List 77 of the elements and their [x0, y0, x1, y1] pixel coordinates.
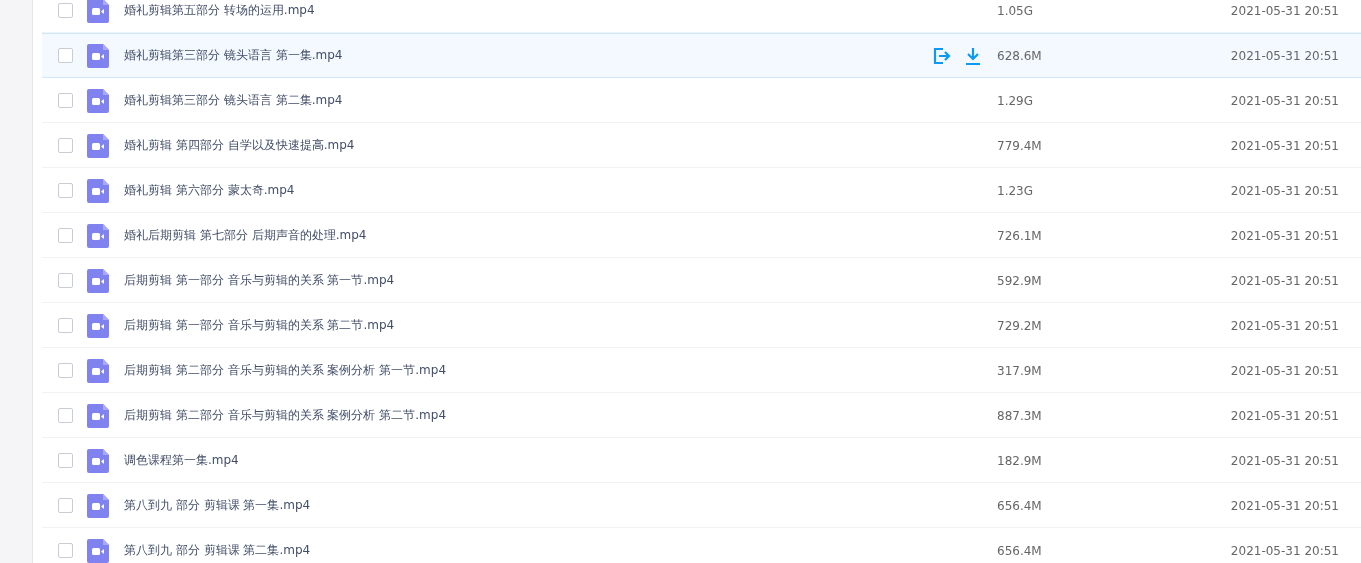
file-row[interactable]: 第八到九 部分 剪辑课 第二集.mp4 656.4M 2021-05-31 20:51 [42, 528, 1361, 563]
video-file-icon [87, 448, 109, 473]
file-row[interactable]: 后期剪辑 第一部分 音乐与剪辑的关系 第一节.mp4 592.9M 2021-05-31 20:51 [42, 258, 1361, 303]
checkbox[interactable] [58, 228, 73, 243]
file-row[interactable]: 婚礼剪辑 第六部分 蒙太奇.mp4 1.23G 2021-05-31 20:51 [42, 168, 1361, 213]
video-file-icon [87, 268, 109, 293]
checkbox[interactable] [58, 183, 73, 198]
file-row[interactable]: 婚礼剪辑 第四部分 自学以及快速提高.mp4 779.4M 2021-05-31 20:51 [42, 123, 1361, 168]
file-size: 182.9M [997, 453, 1043, 468]
file-size: 726.1M [997, 228, 1043, 243]
file-row[interactable]: 婚礼剪辑第三部分 镜头语言 第一集.mp4 628.6M 2021-05-31 20:51 [42, 33, 1361, 78]
file-row[interactable]: 后期剪辑 第一部分 音乐与剪辑的关系 第二节.mp4 729.2M 2021-05-31 20:51 [42, 303, 1361, 348]
file-name[interactable]: 后期剪辑 第二部分 音乐与剪辑的关系 案例分析 第一节.mp4 [124, 362, 931, 379]
file-row[interactable]: 后期剪辑 第二部分 音乐与剪辑的关系 案例分析 第一节.mp4 317.9M 2021-05-31 20:51 [42, 348, 1361, 393]
checkbox[interactable] [58, 453, 73, 468]
file-name[interactable]: 后期剪辑 第一部分 音乐与剪辑的关系 第二节.mp4 [124, 317, 931, 334]
video-file-icon [87, 133, 109, 158]
file-name[interactable]: 婚礼剪辑 第四部分 自学以及快速提高.mp4 [124, 137, 931, 154]
file-row[interactable]: 婚礼剪辑第三部分 镜头语言 第二集.mp4 1.29G 2021-05-31 20:51 [42, 78, 1361, 123]
file-size: 779.4M [997, 138, 1043, 153]
checkbox[interactable] [58, 93, 73, 108]
file-name[interactable]: 第八到九 部分 剪辑课 第一集.mp4 [124, 497, 931, 514]
share-icon[interactable] [931, 45, 951, 66]
video-file-icon [87, 88, 109, 113]
file-name[interactable]: 婚礼剪辑第五部分 转场的运用.mp4 [124, 2, 931, 19]
file-size: 656.4M [997, 498, 1043, 513]
modified-date: 2021-05-31 20:51 [1229, 183, 1339, 198]
modified-date: 2021-05-31 20:51 [1229, 48, 1339, 63]
modified-date: 2021-05-31 20:51 [1229, 228, 1339, 243]
modified-date: 2021-05-31 20:51 [1229, 498, 1339, 513]
modified-date: 2021-05-31 20:51 [1229, 273, 1339, 288]
modified-date: 2021-05-31 20:51 [1229, 3, 1339, 18]
modified-date: 2021-05-31 20:51 [1229, 318, 1339, 333]
modified-date: 2021-05-31 20:51 [1229, 138, 1339, 153]
checkbox[interactable] [58, 498, 73, 513]
video-file-icon [87, 403, 109, 428]
checkbox[interactable] [58, 3, 73, 18]
modified-date: 2021-05-31 20:51 [1229, 363, 1339, 378]
file-name[interactable]: 调色课程第一集.mp4 [124, 452, 931, 469]
file-size: 729.2M [997, 318, 1043, 333]
checkbox[interactable] [58, 363, 73, 378]
file-name[interactable]: 后期剪辑 第二部分 音乐与剪辑的关系 案例分析 第二节.mp4 [124, 407, 931, 424]
file-size: 1.05G [997, 3, 1035, 18]
video-file-icon [87, 313, 109, 338]
video-file-icon [87, 43, 109, 68]
checkbox[interactable] [58, 408, 73, 423]
file-name[interactable]: 婚礼剪辑第三部分 镜头语言 第一集.mp4 [124, 47, 931, 64]
modified-date: 2021-05-31 20:51 [1229, 543, 1339, 558]
file-name[interactable]: 第八到九 部分 剪辑课 第二集.mp4 [124, 542, 931, 559]
file-name[interactable]: 后期剪辑 第一部分 音乐与剪辑的关系 第一节.mp4 [124, 272, 931, 289]
file-size: 592.9M [997, 273, 1043, 288]
file-row[interactable]: 后期剪辑 第二部分 音乐与剪辑的关系 案例分析 第二节.mp4 887.3M 2021-05-31 20:51 [42, 393, 1361, 438]
file-size: 317.9M [997, 363, 1043, 378]
checkbox[interactable] [58, 138, 73, 153]
file-row[interactable]: 婚礼后期剪辑 第七部分 后期声音的处理.mp4 726.1M 2021-05-31 20:51 [42, 213, 1361, 258]
checkbox[interactable] [58, 318, 73, 333]
modified-date: 2021-05-31 20:51 [1229, 408, 1339, 423]
video-file-icon [87, 358, 109, 383]
file-name[interactable]: 婚礼后期剪辑 第七部分 后期声音的处理.mp4 [124, 227, 931, 244]
file-row[interactable]: 调色课程第一集.mp4 182.9M 2021-05-31 20:51 [42, 438, 1361, 483]
video-file-icon [87, 493, 109, 518]
modified-date: 2021-05-31 20:51 [1229, 93, 1339, 108]
file-size: 628.6M [997, 48, 1043, 63]
modified-date: 2021-05-31 20:51 [1229, 453, 1339, 468]
file-name[interactable]: 婚礼剪辑 第六部分 蒙太奇.mp4 [124, 182, 931, 199]
file-name[interactable]: 婚礼剪辑第三部分 镜头语言 第二集.mp4 [124, 92, 931, 109]
video-file-icon [87, 223, 109, 248]
file-size: 1.29G [997, 93, 1035, 108]
download-icon[interactable] [963, 45, 983, 66]
file-row[interactable]: 第八到九 部分 剪辑课 第一集.mp4 656.4M 2021-05-31 20:51 [42, 483, 1361, 528]
file-size: 887.3M [997, 408, 1043, 423]
file-size: 656.4M [997, 543, 1043, 558]
file-size: 1.23G [997, 183, 1035, 198]
checkbox[interactable] [58, 273, 73, 288]
checkbox[interactable] [58, 543, 73, 558]
video-file-icon [87, 178, 109, 203]
checkbox[interactable] [58, 48, 73, 63]
